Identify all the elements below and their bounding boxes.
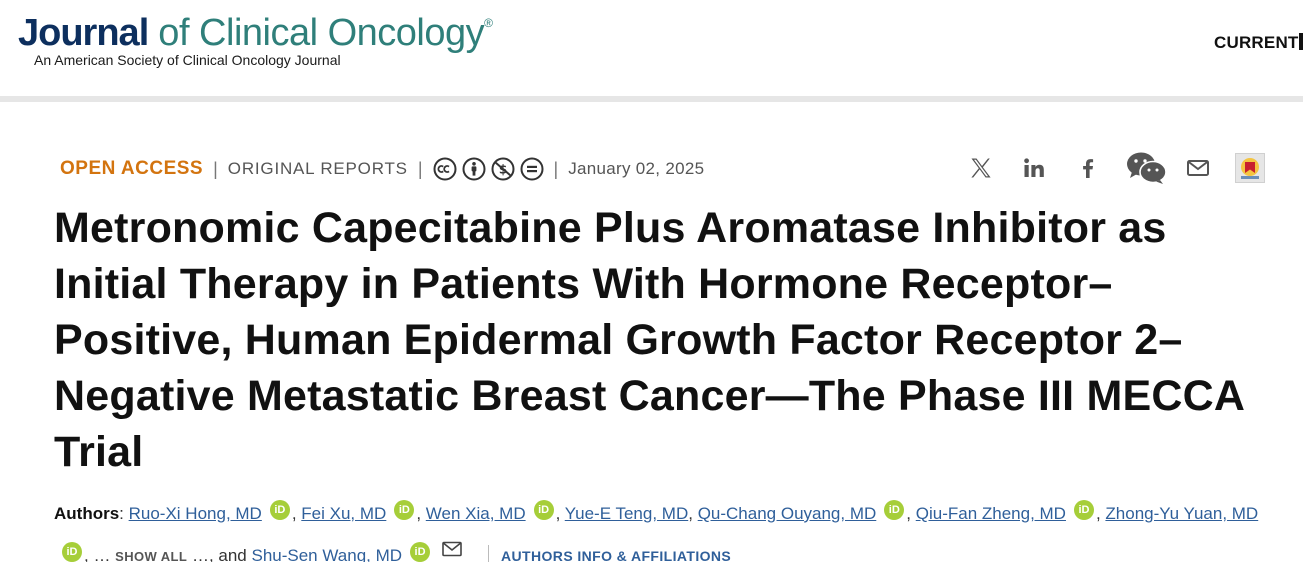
nc-icon: $ xyxy=(491,157,514,181)
authors-label: Authors xyxy=(54,504,120,523)
registered-mark: ® xyxy=(484,16,493,30)
corresponding-author-mail-icon[interactable] xyxy=(442,533,462,562)
nav-clipped-edge xyxy=(1299,33,1303,50)
separator: | xyxy=(553,158,559,179)
facebook-icon xyxy=(1083,159,1094,178)
author-link[interactable]: Qu-Chang Ouyang, MD xyxy=(698,504,877,523)
mendeley-icon xyxy=(1235,153,1265,183)
author-link[interactable]: Fei Xu, MD xyxy=(301,504,386,523)
author-link[interactable]: Qiu-Fan Zheng, MD xyxy=(916,504,1066,523)
orcid-icon[interactable]: iD xyxy=(269,500,290,520)
ellipsis-before: , … xyxy=(84,546,116,562)
logo-subtitle: An American Society of Clinical Oncology… xyxy=(34,52,341,68)
orcid-icon[interactable]: iD xyxy=(533,500,554,520)
email-icon xyxy=(1187,160,1209,176)
author-link[interactable]: Wen Xia, MD xyxy=(426,504,526,523)
share-wechat-button[interactable] xyxy=(1126,150,1168,186)
author-link[interactable]: Shu-Sen Wang, MD xyxy=(251,546,402,562)
separator: | xyxy=(213,158,218,179)
author-link[interactable]: Zhong-Yu Yuan, MD xyxy=(1105,504,1258,523)
x-icon xyxy=(971,158,991,178)
authors-block: Authors: Ruo-Xi Hong, MD iD, Fei Xu, MD iD… xyxy=(54,495,1274,562)
publication-date: January 02, 2025 xyxy=(568,159,705,178)
author-link[interactable]: Ruo-Xi Hong, MD xyxy=(129,504,262,523)
share-x-button[interactable] xyxy=(965,150,997,186)
orcid-icon[interactable]: iD xyxy=(1073,500,1094,520)
share-facebook-button[interactable] xyxy=(1072,150,1104,186)
article-type[interactable]: ORIGINAL REPORTS xyxy=(228,159,408,179)
author-separator: , xyxy=(416,504,426,523)
logo-title: Journal of Clinical Oncology® xyxy=(18,12,493,55)
open-access-label: OPEN ACCESS xyxy=(60,158,204,179)
author-separator: , xyxy=(555,504,565,523)
logo-title-rest: of Clinical Oncology xyxy=(148,12,485,54)
share-linkedin-button[interactable] xyxy=(1018,150,1050,186)
header-divider xyxy=(0,96,1303,102)
author-separator: , xyxy=(688,504,698,523)
by-icon xyxy=(462,157,485,181)
nav-current-issue[interactable]: CURRENT xyxy=(1214,33,1299,53)
wechat-icon xyxy=(1127,152,1167,184)
share-mendeley-button[interactable] xyxy=(1234,150,1266,186)
linkedin-icon xyxy=(1024,158,1044,177)
orcid-icon[interactable]: iD xyxy=(62,542,82,562)
orcid-icon[interactable]: iD xyxy=(884,500,905,520)
nd-icon xyxy=(520,157,543,181)
article-meta-row: OPEN ACCESS | ORIGINAL REPORTS | $ | Jan… xyxy=(60,155,704,183)
orcid-icon[interactable]: iD xyxy=(410,542,431,562)
author-separator: , xyxy=(906,504,916,523)
logo-journal-word: Journal xyxy=(18,12,149,54)
authors-info-affiliations-link[interactable]: AUTHORS INFO & AFFILIATIONS xyxy=(501,548,731,562)
license-badges[interactable]: $ xyxy=(433,157,544,181)
cc-icon xyxy=(433,157,456,181)
author-separator: , xyxy=(291,504,302,523)
share-email-button[interactable] xyxy=(1182,150,1214,186)
journal-logo[interactable]: Journal of Clinical Oncology® An America… xyxy=(18,12,518,72)
show-all-authors-button[interactable]: SHOW ALL xyxy=(115,549,187,562)
article-title: Metronomic Capecitabine Plus Aromatase I… xyxy=(54,204,1244,476)
vertical-divider xyxy=(488,545,490,562)
separator: | xyxy=(417,158,423,179)
author-link[interactable]: Yue-E Teng, MD xyxy=(565,504,688,523)
author-separator: , xyxy=(1095,504,1106,523)
authors-colon: : xyxy=(119,504,129,523)
orcid-icon[interactable]: iD xyxy=(394,500,415,520)
site-header: Journal of Clinical Oncology® An America… xyxy=(0,0,1303,96)
ellipsis-after: …, and xyxy=(187,546,252,562)
